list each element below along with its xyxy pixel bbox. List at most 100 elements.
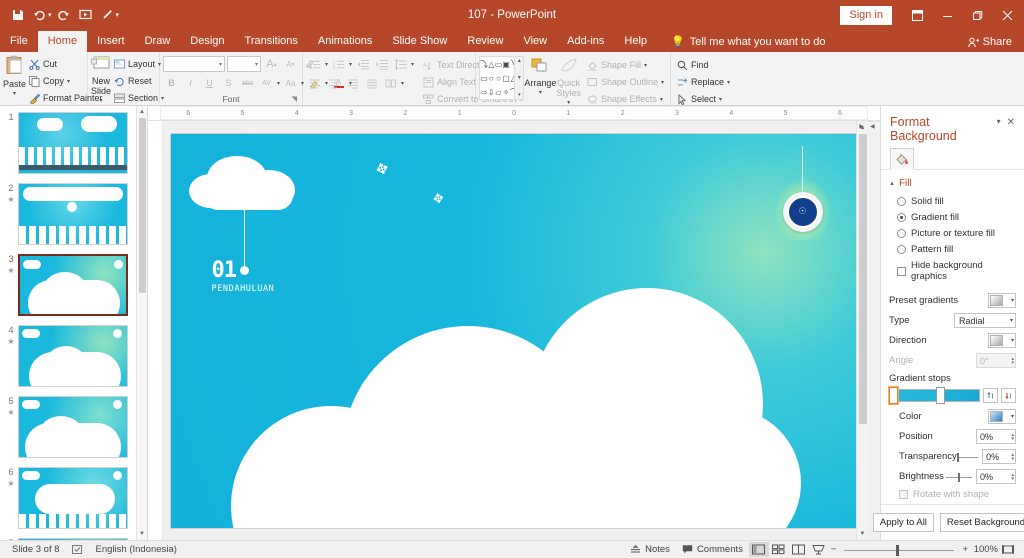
preset-gradients-button[interactable]: ▾ [988, 293, 1016, 308]
tab-slide-show[interactable]: Slide Show [382, 31, 457, 52]
zoom-slider[interactable] [844, 543, 955, 557]
increase-indent-button[interactable] [373, 56, 390, 72]
sign-in-button[interactable]: Sign in [840, 5, 892, 25]
gradient-type-row[interactable]: Type Radial ▾ [889, 313, 1016, 328]
reset-button[interactable]: Reset [111, 73, 167, 89]
tab-file[interactable]: File [0, 31, 38, 52]
vertical-ruler[interactable] [148, 121, 163, 540]
gradient-stop-2[interactable] [936, 387, 945, 404]
shape-fill-button[interactable]: Shape Fill ▾ [584, 57, 667, 73]
change-case-button[interactable]: Aa [282, 75, 299, 91]
section-button[interactable]: Section ▾ [111, 90, 167, 106]
slide-counter[interactable]: Slide 3 of 8 [6, 544, 66, 555]
remove-gradient-stop-button[interactable] [1001, 388, 1016, 403]
save-icon[interactable] [7, 5, 28, 25]
justify-button[interactable] [363, 75, 380, 91]
university-seal-logo[interactable]: ☉ [774, 145, 831, 240]
horizontal-ruler[interactable]: 6 5 4 3 2 1 0 1 2 3 4 5 6 [148, 106, 880, 121]
arrange-button[interactable]: Arrange ▾ [524, 56, 556, 98]
tab-design[interactable]: Design [180, 31, 234, 52]
font-dialog-launcher[interactable]: ◥ [292, 94, 297, 105]
strikethrough-button[interactable]: abc [239, 75, 256, 91]
gradient-direction-button[interactable]: ▾ [988, 333, 1016, 348]
copy-dropdown-icon[interactable]: ▾ [67, 78, 70, 85]
current-slide[interactable]: 01 PENDAHULUAN ✥ ✥ ☉ [170, 133, 861, 528]
shape-rounded-rect[interactable]: ▭ [495, 60, 503, 69]
shape-triangle[interactable]: △ [488, 60, 494, 69]
radio-pattern-fill[interactable]: Pattern fill [889, 244, 1016, 255]
arrange-dropdown-icon[interactable]: ▾ [539, 88, 542, 98]
shape-fill-dropdown-icon[interactable]: ▾ [644, 62, 647, 69]
tab-view[interactable]: View [513, 31, 557, 52]
tab-insert[interactable]: Insert [87, 31, 135, 52]
shape-outline-button[interactable]: Shape Outline ▾ [584, 74, 667, 90]
shape-effects-button[interactable]: Shape Effects ▾ [584, 91, 667, 107]
brightness-slider[interactable] [946, 472, 972, 482]
layout-button[interactable]: Layout ▾ [111, 56, 167, 72]
list-item[interactable]: 7 ★ [0, 538, 147, 540]
shape-arrow-curved[interactable]: ⤵ [480, 59, 488, 70]
comments-button[interactable]: Comments [676, 544, 749, 555]
tab-add-ins[interactable]: Add-ins [557, 31, 614, 52]
checkbox-hide-background-graphics[interactable]: Hide background graphics [889, 260, 1016, 282]
italic-button[interactable]: I [182, 75, 199, 91]
tell-me-box[interactable]: 💡 Tell me what you want to do [657, 35, 825, 52]
shrink-font-button[interactable]: A ▾ [282, 56, 299, 72]
new-slide-button[interactable]: New Slide ▾ [91, 54, 111, 106]
fill-section-header[interactable]: ▲ Fill [889, 178, 1016, 189]
position-stepper[interactable]: 0% ▴ ▾ [976, 429, 1016, 444]
shape-effects-dropdown-icon[interactable]: ▾ [660, 96, 663, 103]
slide-sorter-icon[interactable] [769, 542, 789, 557]
large-cloud-shape[interactable] [230, 287, 801, 528]
align-left-button[interactable] [306, 75, 323, 91]
gradient-brightness-row[interactable]: Brightness 0% ▴ ▾ [889, 469, 1016, 484]
slide-thumbnail-panel[interactable]: 1 2 ★ 3 ★ 4 ★ 5 ★ 6 ★ ▲ ▼ [0, 106, 148, 540]
slide-thumbnail-7[interactable] [18, 538, 128, 540]
gradient-transparency-row[interactable]: Transparency 0% ▴ ▾ [889, 449, 1016, 464]
tab-help[interactable]: Help [614, 31, 657, 52]
language-indicator[interactable]: English (Indonesia) [90, 544, 183, 555]
transparency-stepper[interactable]: 0% ▴ ▾ [982, 449, 1016, 464]
shape-outline-dropdown-icon[interactable]: ▾ [661, 79, 664, 86]
start-from-beginning-icon[interactable] [75, 5, 96, 25]
slide-horizontal-scrollbar[interactable]: ◀ ▶ [859, 121, 880, 133]
font-name-input[interactable]: ▾ [163, 56, 225, 72]
slide-vertical-scrollbar[interactable]: ▲ ▼ [856, 121, 868, 540]
zoom-in-button[interactable]: + [960, 544, 970, 555]
zoom-out-button[interactable]: − [829, 544, 839, 555]
reset-background-button[interactable]: Reset Background [939, 513, 1024, 532]
list-item[interactable]: 2 ★ [0, 183, 147, 245]
numbering-dropdown-icon[interactable]: ▾ [349, 61, 352, 68]
zoom-level[interactable]: 100% [970, 544, 998, 555]
scroll-right-icon[interactable]: ▶ [859, 123, 864, 130]
pane-options-icon[interactable]: ▾ [994, 115, 1004, 128]
reading-view-icon[interactable] [789, 542, 809, 557]
slide-thumbnail-5[interactable] [18, 396, 128, 458]
close-icon[interactable] [992, 0, 1022, 30]
scroll-down-icon[interactable]: ▼ [137, 528, 147, 540]
pen-icon[interactable] [97, 5, 118, 25]
list-item[interactable]: 6 ★ [0, 467, 147, 529]
bullets-dropdown-icon[interactable]: ▾ [325, 61, 328, 68]
radio-solid-fill[interactable]: Solid fill [889, 196, 1016, 207]
restore-icon[interactable] [962, 0, 992, 30]
slide-thumbnail-4[interactable] [18, 325, 128, 387]
minimize-icon[interactable] [932, 0, 962, 30]
underline-button[interactable]: U [201, 75, 218, 91]
normal-view-icon[interactable] [748, 542, 769, 557]
list-item[interactable]: 1 [0, 112, 147, 174]
grow-font-button[interactable]: A ▴ [263, 56, 280, 72]
character-spacing-dropdown-icon[interactable]: ▾ [277, 80, 280, 87]
add-gradient-stop-button[interactable] [983, 388, 998, 403]
slide-canvas[interactable]: 01 PENDAHULUAN ✥ ✥ ☉ ▲ ▼ [163, 121, 868, 540]
scroll-up-icon[interactable]: ▲ [137, 106, 147, 118]
shape-textbox[interactable]: ▣ [502, 60, 510, 69]
character-spacing-button[interactable]: AV [258, 75, 275, 91]
select-button[interactable]: Select ▾ [674, 91, 733, 107]
new-slide-dropdown-icon[interactable]: ▾ [100, 96, 103, 106]
gradient-stops-slider[interactable] [889, 387, 980, 404]
columns-button[interactable] [382, 75, 399, 91]
stepper-arrows-icon[interactable]: ▴ ▾ [1011, 432, 1014, 441]
columns-dropdown-icon[interactable]: ▾ [401, 80, 404, 87]
radio-gradient-fill[interactable]: Gradient fill [889, 212, 1016, 223]
